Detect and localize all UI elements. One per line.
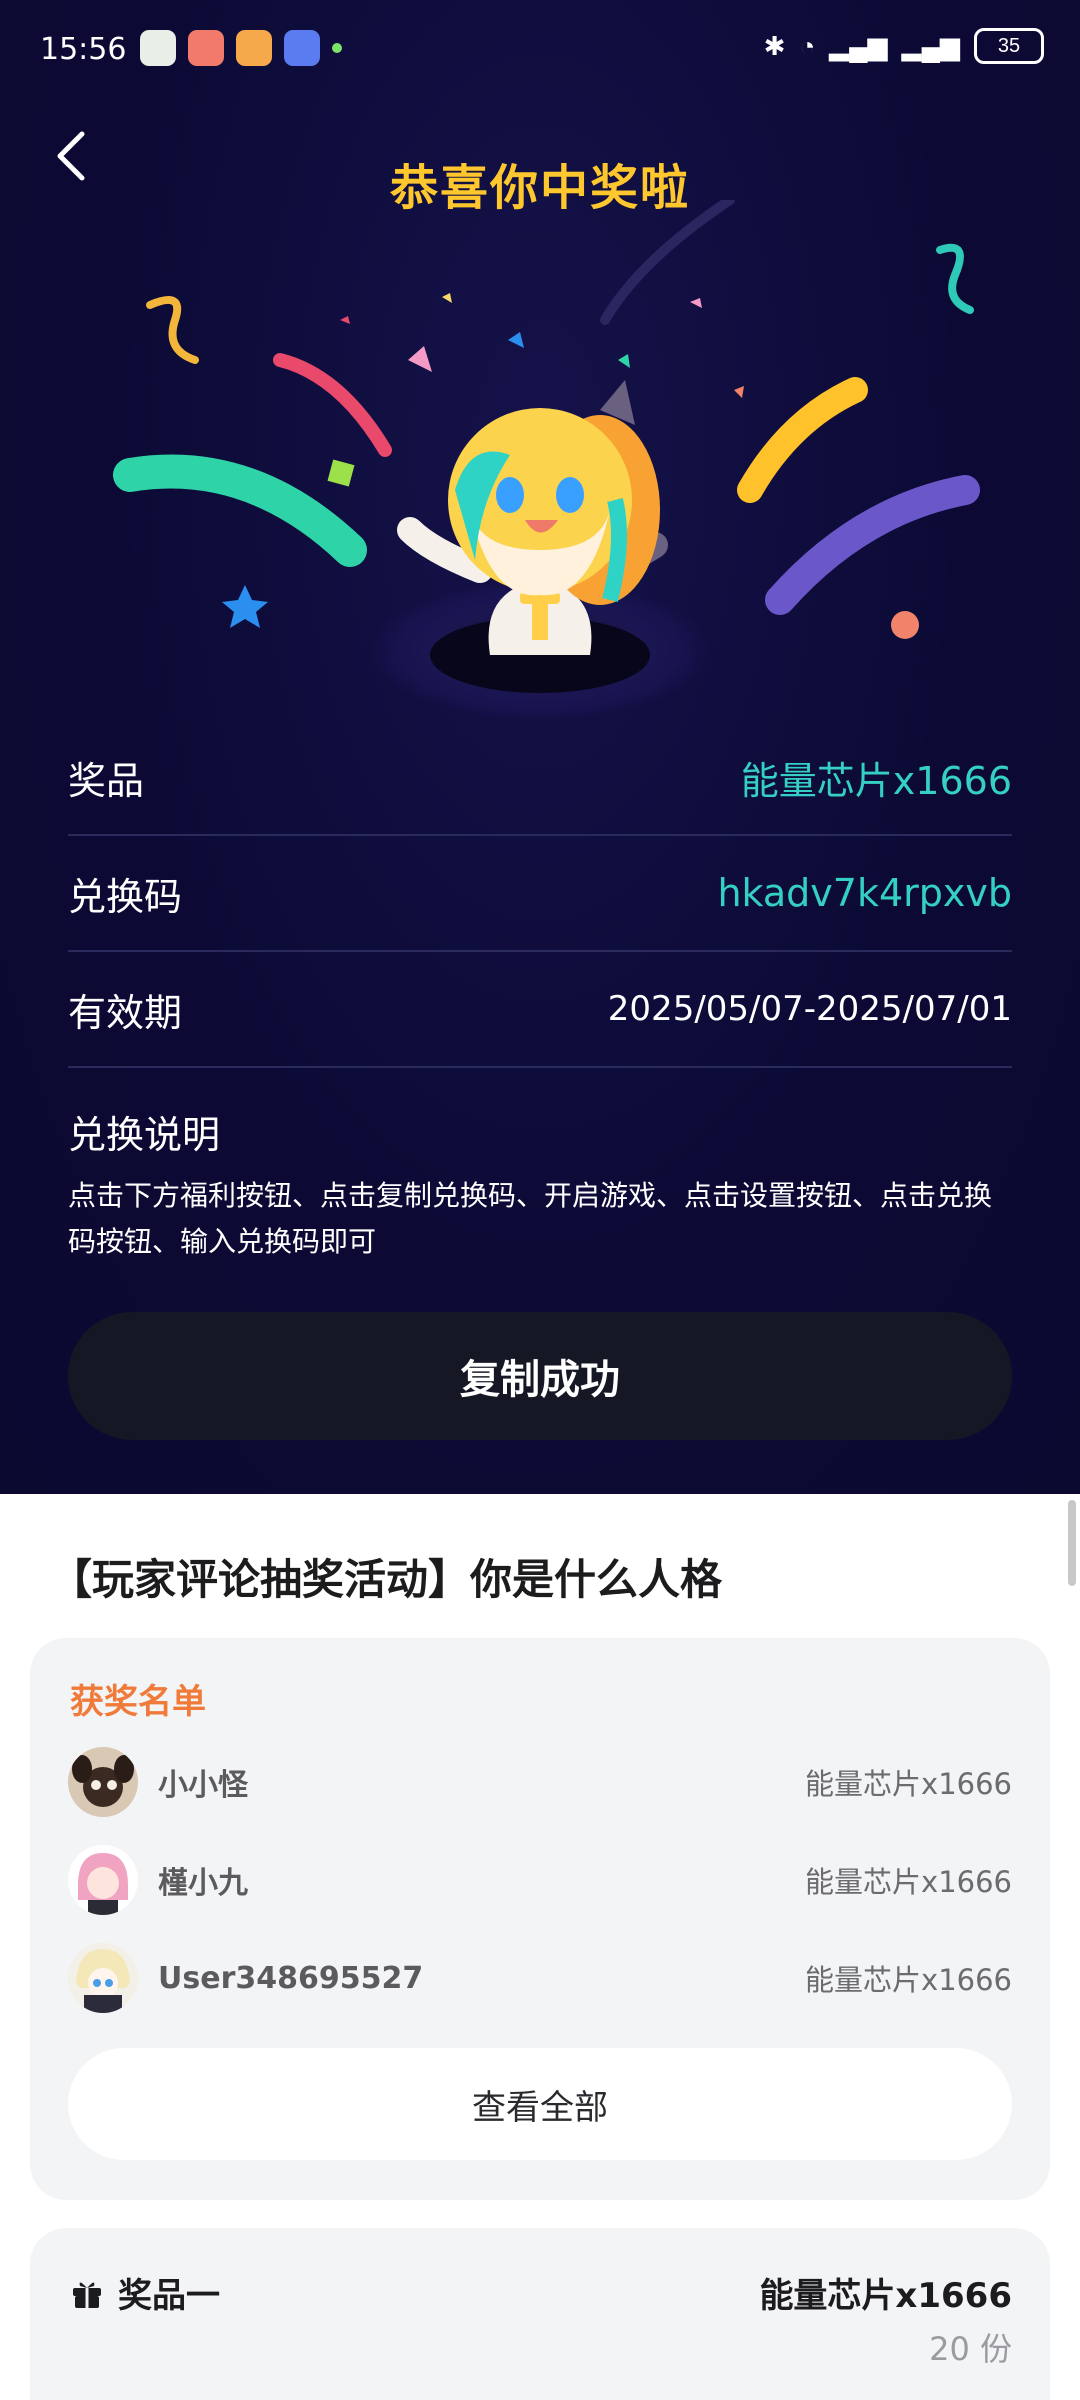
prize-info: 奖品 能量芯片x1666 兑换码 hkadv7k4rpxvb 有效期 2025/… <box>68 720 1012 1265</box>
avatar-image <box>68 1845 138 1915</box>
battery-icon: 35 <box>974 28 1044 64</box>
prize-row: 奖品 能量芯片x1666 <box>68 720 1012 836</box>
avatar-image <box>68 1943 138 2013</box>
validity-label: 有效期 <box>68 990 183 1035</box>
signal-icon-2: ▂▄▆ <box>901 30 960 61</box>
page: 15:56 ✱ ◔ ▂▄▆ ▂▄▆ 35 恭喜你中奖啦 奖品 能量芯片x1666… <box>0 0 1080 2400</box>
winner-name: User348695527 <box>158 1960 424 1996</box>
winner-name: 槿小九 <box>158 1866 248 1901</box>
winners-title: 获奖名单 <box>70 1682 206 1722</box>
status-bar: 15:56 ✱ ◔ ▂▄▆ ▂▄▆ 35 <box>0 0 1080 96</box>
winner-info: 小小怪 <box>68 1747 248 1817</box>
winner-row: 槿小九 能量芯片x1666 <box>68 1840 1012 1920</box>
view-all-button[interactable]: 查看全部 <box>68 2048 1012 2160</box>
prize-value: 能量芯片x1666 <box>740 758 1012 803</box>
calendar-notification-icon <box>188 30 224 66</box>
celebration-illustration <box>113 200 980 720</box>
copy-code-button[interactable]: 复制成功 <box>68 1312 1012 1440</box>
activity-title: 【玩家评论抽奖活动】你是什么人格 <box>50 1555 723 1604</box>
gift-icon <box>73 2281 101 2308</box>
winner-name: 小小怪 <box>158 1768 248 1803</box>
status-time: 15:56 <box>40 32 127 67</box>
avatar[interactable] <box>68 1845 138 1915</box>
orange-app-notification-icon <box>236 30 272 66</box>
alarm-icon: ◔ <box>799 30 816 61</box>
code-label: 兑换码 <box>68 874 183 919</box>
notification-icons <box>140 30 342 66</box>
winner-info: User348695527 <box>68 1943 423 2013</box>
signal-icon: ▂▄▆ <box>829 30 888 61</box>
winner-row: User348695527 能量芯片x1666 <box>68 1938 1012 2018</box>
clipboard-notification-icon <box>284 30 320 66</box>
validity-value: 2025/05/07-2025/07/01 <box>607 989 1012 1029</box>
prize-panel: 15:56 ✱ ◔ ▂▄▆ ▂▄▆ 35 恭喜你中奖啦 奖品 能量芯片x1666… <box>0 0 1080 1494</box>
avatar[interactable] <box>68 1747 138 1817</box>
prize-tier-label: 奖品一 <box>118 2276 220 2316</box>
winner-prize: 能量芯片x1666 <box>805 1865 1012 1899</box>
prize-tier-heading: 奖品一 <box>70 2268 220 2317</box>
avatar[interactable] <box>68 1943 138 2013</box>
winner-prize: 能量芯片x1666 <box>805 1767 1012 1801</box>
prize-tier-count: 20 份 <box>929 2330 1012 2368</box>
prize-tier-card: 奖品一 能量芯片x1666 20 份 <box>30 2228 1050 2400</box>
instructions-text: 点击下方福利按钮、点击复制兑换码、开启游戏、点击设置按钮、点击兑换码按钮、输入兑… <box>68 1179 993 1258</box>
winners-card: 获奖名单 小小怪 能量芯片x1666 槿小九 能量芯片x1666 User348… <box>30 1638 1050 2200</box>
instructions-title: 兑换说明 <box>68 1113 221 1157</box>
app-notification-icon <box>140 30 176 66</box>
bluetooth-icon: ✱ <box>763 30 786 61</box>
validity-row: 有效期 2025/05/07-2025/07/01 <box>68 952 1012 1068</box>
code-row: 兑换码 hkadv7k4rpxvb <box>68 836 1012 952</box>
avatar-image <box>68 1747 138 1817</box>
dot-icon <box>332 43 342 53</box>
prize-label: 奖品 <box>68 758 145 803</box>
status-indicators: ✱ ◔ ▂▄▆ ▂▄▆ 35 <box>764 28 1044 64</box>
scrollbar[interactable] <box>1068 1500 1076 1586</box>
redeem-code[interactable]: hkadv7k4rpxvb <box>717 871 1012 915</box>
winner-info: 槿小九 <box>68 1845 248 1915</box>
winner-prize: 能量芯片x1666 <box>805 1963 1012 1997</box>
winner-row: 小小怪 能量芯片x1666 <box>68 1742 1012 1822</box>
prize-tier-name: 能量芯片x1666 <box>759 2276 1012 2316</box>
